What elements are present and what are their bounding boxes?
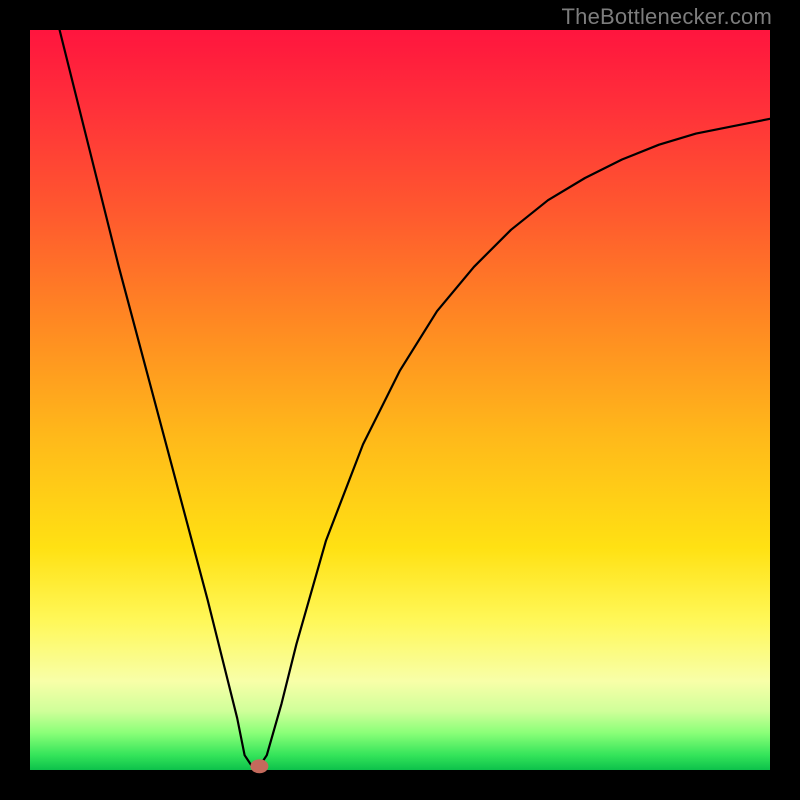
bottleneck-curve xyxy=(60,30,770,766)
optimal-point-marker xyxy=(250,759,268,773)
chart-svg xyxy=(30,30,770,770)
plot-area xyxy=(30,30,770,770)
chart-frame: TheBottlenecker.com xyxy=(0,0,800,800)
watermark-text: TheBottlenecker.com xyxy=(562,4,772,30)
